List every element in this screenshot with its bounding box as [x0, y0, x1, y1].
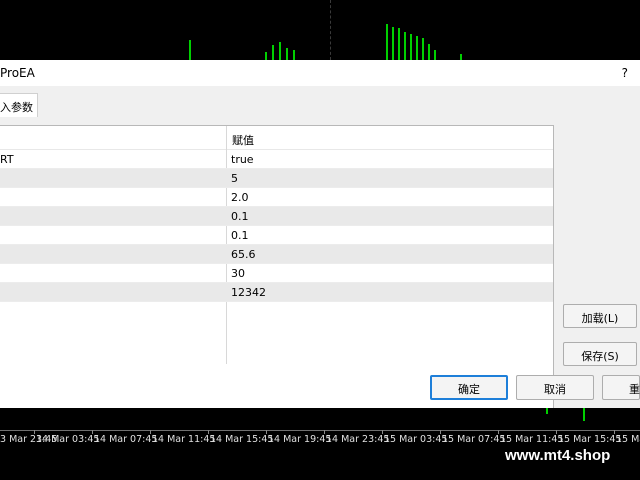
table-row[interactable]: 12342: [0, 283, 553, 302]
param-value[interactable]: 0.1: [231, 210, 249, 223]
reset-button[interactable]: 重: [602, 375, 640, 400]
param-value[interactable]: 2.0: [231, 191, 249, 204]
time-label: 14 Mar 11:45: [152, 434, 216, 445]
table-row[interactable]: 5: [0, 169, 553, 188]
candle: [404, 32, 406, 60]
time-label: 14 Mar 19:45: [268, 434, 332, 445]
candle: [398, 28, 400, 60]
table-row[interactable]: 65.6: [0, 245, 553, 264]
param-value[interactable]: true: [231, 153, 254, 166]
table-header: 赋值: [0, 126, 553, 150]
param-value[interactable]: 0.1: [231, 229, 249, 242]
candle: [272, 45, 274, 60]
param-value[interactable]: 12342: [231, 286, 266, 299]
tab-inputs[interactable]: 入参数: [0, 93, 38, 117]
param-name: RT: [0, 153, 14, 166]
time-label: 14 Mar 15:45: [210, 434, 274, 445]
price-chart-top: [0, 0, 640, 60]
candle: [265, 52, 267, 60]
param-value[interactable]: 30: [231, 267, 245, 280]
ok-button[interactable]: 确定: [430, 375, 508, 400]
candle: [293, 50, 295, 60]
table-row[interactable]: RT true: [0, 150, 553, 169]
param-value[interactable]: 5: [231, 172, 238, 185]
candle: [279, 42, 281, 60]
table-row[interactable]: 30: [0, 264, 553, 283]
candle: [428, 44, 430, 60]
expert-properties-dialog: ProEA ? 入参数 赋值 RT true 5 2.0 0.1 0.1 65.…: [0, 60, 640, 430]
help-button[interactable]: ?: [622, 66, 628, 80]
header-value: 赋值: [232, 134, 254, 147]
candle: [392, 27, 394, 60]
candle: [286, 48, 288, 60]
time-label: 14 Mar 03:45: [36, 434, 100, 445]
table-row[interactable]: 2.0: [0, 188, 553, 207]
candle: [546, 408, 548, 414]
dialog-titlebar: ProEA ?: [0, 60, 640, 86]
candle: [583, 408, 585, 421]
candle: [434, 50, 436, 60]
table-row[interactable]: 0.1: [0, 207, 553, 226]
candle: [416, 36, 418, 60]
table-row[interactable]: 0.1: [0, 226, 553, 245]
chart-grid-line: [330, 0, 331, 60]
time-label: 14 Mar 07:45: [94, 434, 158, 445]
time-label: 15 Mar 03:45: [384, 434, 448, 445]
dialog-title: ProEA: [0, 66, 35, 80]
param-value[interactable]: 65.6: [231, 248, 256, 261]
time-label: 14 Mar 23:45: [326, 434, 390, 445]
candle: [386, 24, 388, 60]
watermark: www.mt4.shop: [495, 443, 640, 471]
save-button[interactable]: 保存(S): [563, 342, 637, 366]
time-axis-line: [0, 430, 640, 431]
load-button[interactable]: 加载(L): [563, 304, 637, 328]
candle: [189, 40, 191, 60]
cancel-button[interactable]: 取消: [516, 375, 594, 400]
candle: [422, 38, 424, 60]
candle: [410, 34, 412, 60]
